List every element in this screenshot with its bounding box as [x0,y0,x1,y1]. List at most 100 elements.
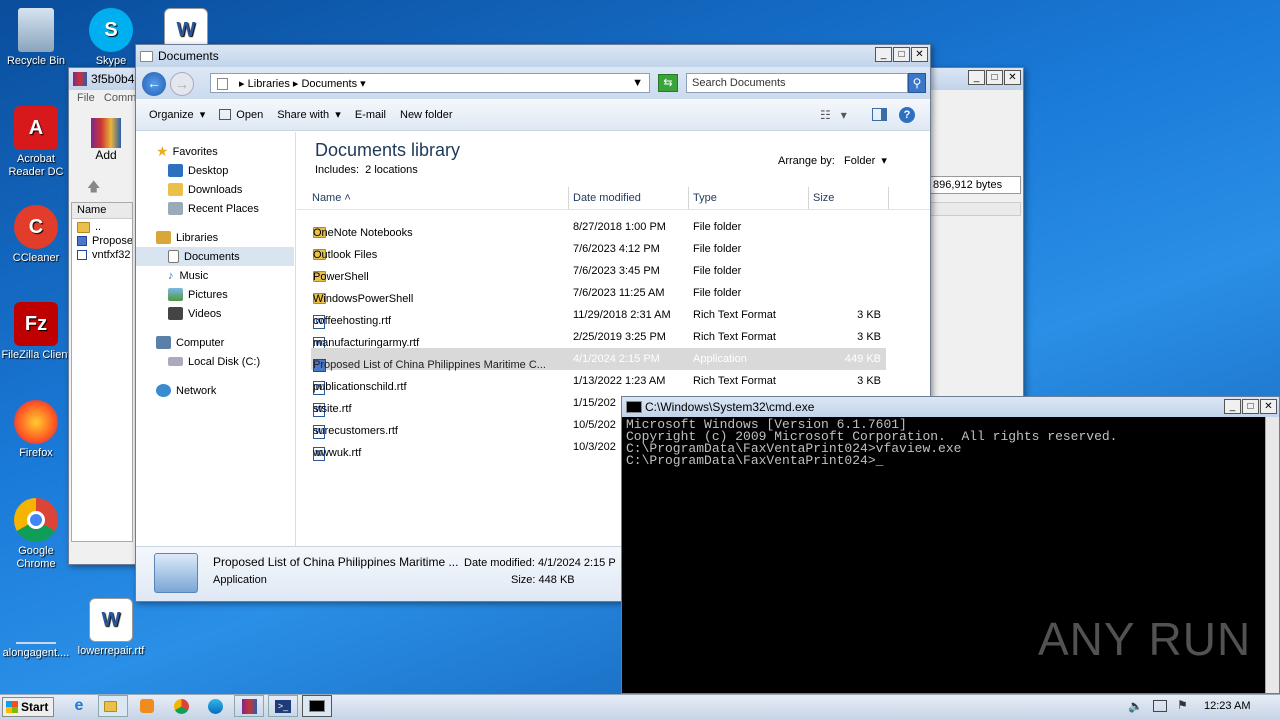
maximize-button[interactable]: □ [986,70,1003,85]
table-row[interactable]: Wmanufacturingarmy.rtf 2/25/2019 3:25 PM R… [311,326,886,351]
media-player-taskbar-icon[interactable] [132,695,162,717]
back-button[interactable]: ← [142,72,166,96]
menu-file[interactable]: File [77,92,95,104]
close-button[interactable]: ✕ [1004,70,1021,85]
new-folder-button[interactable]: New folder [400,109,453,121]
explorer-titlebar[interactable]: Documents _ □ ✕ [136,45,930,67]
ccleaner-icon[interactable]: C CCleaner [0,205,74,265]
email-button[interactable]: E-mail [355,109,386,121]
pdf-icon: A [14,106,58,150]
minimize-button[interactable]: _ [875,47,892,62]
nav-desktop[interactable]: Desktop [156,161,295,180]
navigation-pane[interactable]: ★ Favorites Desktop Downloads Recent Plac… [136,132,296,547]
breadcrumb-libraries[interactable]: Libraries [248,78,290,90]
list-item[interactable]: Propose [72,233,132,247]
includes-locations[interactable]: Includes: 2 locations [315,164,418,176]
trash-icon [18,8,54,52]
ie-taskbar-icon[interactable]: e [64,695,94,717]
column-header-name[interactable]: Name ˄ [298,187,569,209]
nav-downloads[interactable]: Downloads [156,180,295,199]
column-header-type[interactable]: Type [689,187,809,209]
help-icon[interactable]: ? [899,107,915,123]
nav-documents[interactable]: Documents [136,247,294,266]
arrange-by[interactable]: Arrange by: Folder ▾ [778,154,887,167]
organize-button[interactable]: Organize ▾ [149,108,205,122]
recycle-bin-icon[interactable]: Recycle Bin [0,8,74,68]
edge-taskbar-icon[interactable] [200,695,230,717]
details-name: Proposed List of China Philippines Marit… [213,555,459,569]
lowerrepair-icon[interactable]: W lowerrepair.rtf [73,598,149,658]
windows-logo-icon [6,701,18,713]
column-header-size[interactable]: Size [809,187,889,209]
column-header-date[interactable]: Date modified [569,187,689,209]
acrobat-icon[interactable]: A Acrobat Reader DC [0,106,74,179]
action-center-icon[interactable]: ⚑ [1177,698,1188,712]
application-large-icon [154,553,198,593]
winrar-taskbar-icon[interactable] [234,695,264,717]
start-button[interactable]: Start [2,697,54,717]
cmd-scrollbar[interactable] [1265,417,1279,693]
view-options-icon[interactable]: ☷ ▾ [820,108,847,122]
share-with-button[interactable]: Share with ▾ [277,108,341,122]
nav-recent-places[interactable]: Recent Places [156,199,295,218]
search-icon[interactable]: ⚲ [908,73,926,93]
close-button[interactable]: ✕ [911,47,928,62]
refresh-button[interactable]: ⇆ [658,74,678,92]
volume-icon[interactable]: 🔈 [1128,699,1143,713]
open-icon [219,109,232,120]
table-row[interactable]: PowerShell 7/6/2023 3:45 PM File folder [311,260,886,283]
table-row[interactable]: Wpublicationschild.rtf 1/13/2022 1:23 AM R… [311,370,886,395]
table-row[interactable]: OneNote Notebooks 8/27/2018 1:00 PM File f… [311,216,886,239]
powershell-taskbar-icon[interactable]: >_ [268,695,298,717]
menu-commands[interactable]: Comm [104,92,136,104]
nav-local-disk[interactable]: Local Disk (C:) [156,352,295,371]
cmd-titlebar[interactable]: C:\Windows\System32\cmd.exe _ □ ✕ [622,397,1279,417]
up-arrow-icon[interactable]: 🡅 [87,178,100,200]
console-prompt[interactable]: C:\ProgramData\FaxVentaPrint024>_ [626,454,1117,467]
nav-network[interactable]: Network [156,381,295,400]
clock[interactable]: 12:23 AM [1204,700,1250,712]
videos-icon [168,307,183,320]
list-item[interactable]: .. [72,219,132,233]
nav-computer[interactable]: Computer [156,333,295,352]
forward-button[interactable]: → [170,72,194,96]
network-icon [156,384,171,397]
preview-pane-icon[interactable] [872,108,887,121]
network-tray-icon[interactable] [1153,700,1167,712]
nav-videos[interactable]: Videos [156,304,295,323]
disk-icon [168,357,183,366]
maximize-button[interactable]: □ [1242,399,1259,414]
breadcrumb-documents[interactable]: Documents [301,78,357,90]
table-row-selected[interactable]: Proposed List of China Philippines Marit… [311,348,886,372]
recent-places-icon [168,202,183,215]
chrome-logo-icon [14,498,58,542]
filezilla-icon[interactable]: Fz FileZilla Client [0,302,74,362]
maximize-button[interactable]: □ [893,47,910,62]
table-row[interactable]: Outlook Files 7/6/2023 4:12 PM File folder [311,238,886,261]
explorer-taskbar-icon[interactable] [98,695,128,717]
address-dropdown-icon[interactable]: ▼ [632,77,643,89]
pictures-icon [168,288,183,301]
table-row[interactable]: WindowsPowerShell 7/6/2023 11:25 AM File f… [311,282,886,305]
nav-libraries[interactable]: Libraries [156,228,295,247]
open-button[interactable]: Open [219,109,263,121]
breadcrumb[interactable]: ▸ Libraries ▸ Documents ▾ ▼ [210,73,650,93]
search-input[interactable]: Search Documents [686,73,908,93]
nav-pictures[interactable]: Pictures [156,285,295,304]
add-button[interactable]: Add [91,118,121,162]
cmd-taskbar-icon[interactable] [302,695,332,717]
list-item[interactable]: vntfxf32 [72,247,132,261]
name-column-header[interactable]: Name [72,203,132,219]
table-row[interactable]: Wcoffeehosting.rtf 11/29/2018 2:31 AM Rich… [311,304,886,329]
chrome-icon[interactable]: Google Chrome [0,498,74,571]
documents-icon [168,250,179,263]
chrome-taskbar-icon[interactable] [166,695,196,717]
close-button[interactable]: ✕ [1260,399,1277,414]
minimize-button[interactable]: _ [1224,399,1241,414]
nav-music[interactable]: ♪ Music [156,266,295,285]
firefox-icon[interactable]: Firefox [0,400,74,460]
alongagent-icon[interactable]: alongagent.... [0,600,74,660]
nav-favorites[interactable]: ★ Favorites [156,142,295,161]
details-date: Date modified: 4/1/2024 2:15 P [464,557,616,569]
minimize-button[interactable]: _ [968,70,985,85]
